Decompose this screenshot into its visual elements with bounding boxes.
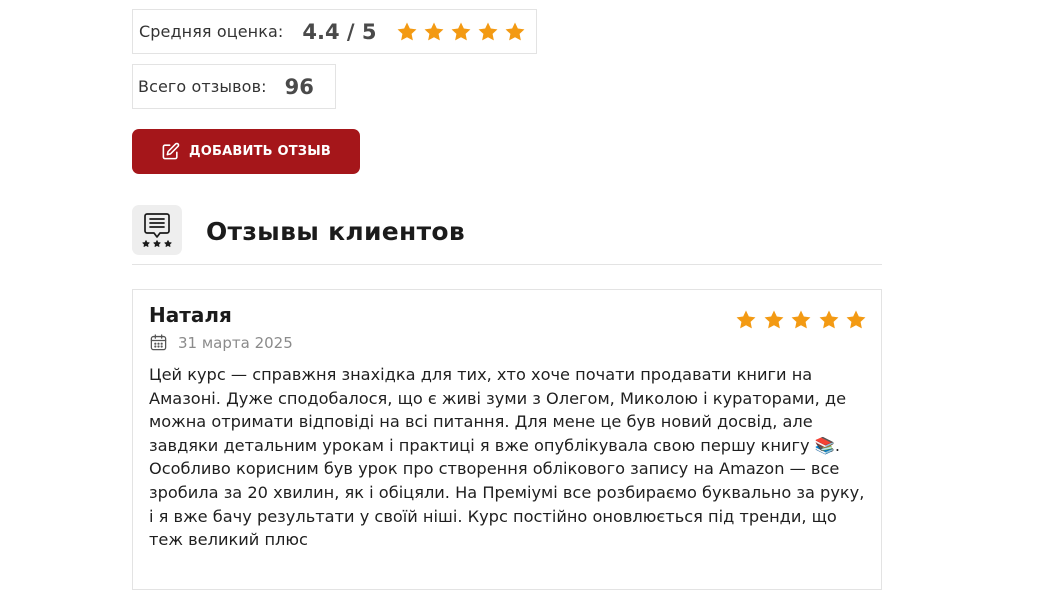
star-icon	[479, 21, 498, 40]
total-reviews-value: 96	[284, 74, 314, 99]
star-icon	[506, 21, 525, 40]
add-review-label: ДОБАВИТЬ ОТЗЫВ	[188, 144, 332, 159]
reviews-widget: Средняя оценка: 4.4 / 5 Всего отзывов: 9…	[0, 0, 1042, 603]
total-reviews-box: Всего отзывов: 96	[132, 64, 336, 109]
review-date: 31 марта 2025	[178, 333, 293, 352]
star-icon	[452, 21, 471, 40]
edit-icon	[162, 142, 180, 160]
star-icon	[764, 310, 783, 329]
star-icon	[736, 310, 756, 329]
calendar-icon	[150, 334, 167, 351]
star-icon	[819, 310, 838, 329]
review-date-row: 31 марта 2025	[149, 333, 293, 352]
add-review-button[interactable]: ДОБАВИТЬ ОТЗЫВ	[132, 129, 360, 174]
section-title: Отзывы клиентов	[206, 217, 466, 246]
star-icon	[398, 21, 417, 40]
average-rating-box: Средняя оценка: 4.4 / 5	[132, 9, 537, 54]
review-author: Наталя	[149, 303, 232, 327]
section-header: Отзывы клиентов	[132, 205, 882, 265]
average-rating-label: Средняя оценка:	[139, 22, 284, 41]
star-icon	[425, 21, 444, 40]
star-icon	[791, 310, 811, 329]
review-text: Цей курс — справжня знахідка для тих, хт…	[149, 365, 865, 550]
total-reviews-label: Всего отзывов:	[138, 77, 267, 96]
review-chat-stars-icon	[132, 205, 182, 255]
star-icon	[846, 310, 866, 329]
average-rating-stars	[396, 21, 531, 43]
review-card: Наталя 31 марта 2025 Цей курс — справжня…	[132, 289, 882, 590]
average-rating-value: 4.4 / 5	[302, 19, 377, 44]
review-rating-stars	[730, 309, 868, 331]
